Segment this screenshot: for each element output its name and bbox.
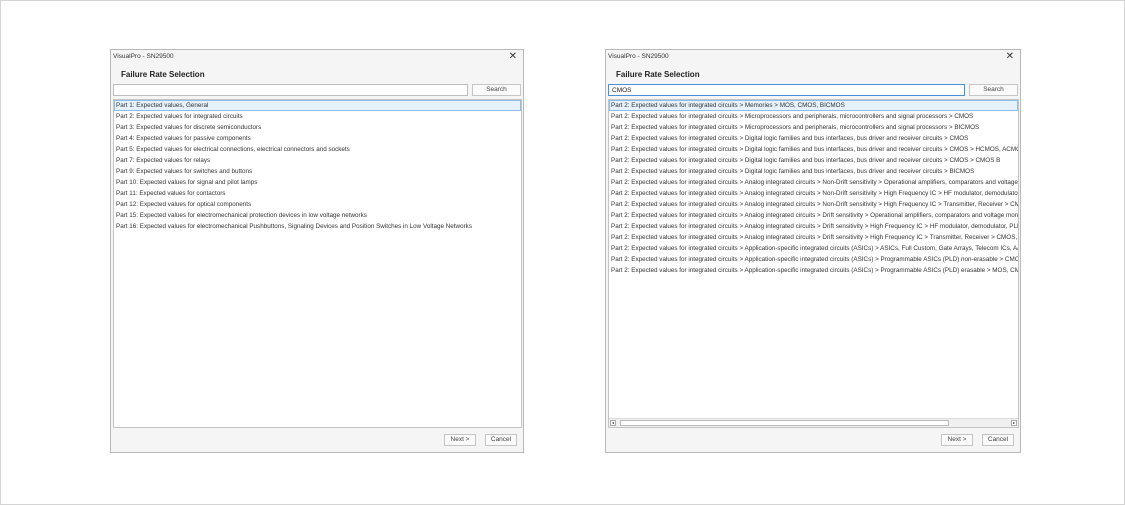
dialog-heading: Failure Rate Selection bbox=[616, 70, 700, 79]
list-item[interactable]: Part 1: Expected values, General bbox=[114, 100, 521, 111]
list-item[interactable]: Part 2: Expected values for integrated c… bbox=[609, 232, 1018, 243]
list-item[interactable]: Part 10: Expected values for signal and … bbox=[114, 177, 521, 188]
failure-rate-dialog-unfiltered: VisualPro - SN29500 ✕ Failure Rate Selec… bbox=[110, 49, 524, 453]
cancel-button[interactable]: Cancel bbox=[982, 434, 1014, 446]
list-item[interactable]: Part 7: Expected values for relays bbox=[114, 155, 521, 166]
horizontal-scrollbar[interactable]: ◂ ▸ bbox=[609, 418, 1018, 427]
list-item[interactable]: Part 2: Expected values for integrated c… bbox=[114, 111, 521, 122]
results-list[interactable]: Part 2: Expected values for integrated c… bbox=[608, 99, 1019, 428]
scroll-right-icon[interactable]: ▸ bbox=[1011, 420, 1017, 426]
list-item[interactable]: Part 2: Expected values for integrated c… bbox=[609, 155, 1018, 166]
list-item[interactable]: Part 4: Expected values for passive comp… bbox=[114, 133, 521, 144]
window-title: VisualPro - SN29500 bbox=[113, 53, 174, 60]
list-item[interactable]: Part 15: Expected values for electromech… bbox=[114, 210, 521, 221]
dialog-heading: Failure Rate Selection bbox=[121, 70, 205, 79]
list-item[interactable]: Part 2: Expected values for integrated c… bbox=[609, 177, 1018, 188]
list-item[interactable]: Part 11: Expected values for contactors bbox=[114, 188, 521, 199]
list-item[interactable]: Part 5: Expected values for electrical c… bbox=[114, 144, 521, 155]
list-item[interactable]: Part 2: Expected values for integrated c… bbox=[609, 243, 1018, 254]
list-item[interactable]: Part 12: Expected values for optical com… bbox=[114, 199, 521, 210]
list-item[interactable]: Part 2: Expected values for integrated c… bbox=[609, 221, 1018, 232]
list-item[interactable]: Part 2: Expected values for integrated c… bbox=[609, 133, 1018, 144]
list-item[interactable]: Part 2: Expected values for integrated c… bbox=[609, 265, 1018, 276]
list-item[interactable]: Part 16: Expected values for electromech… bbox=[114, 221, 521, 232]
close-icon[interactable]: ✕ bbox=[1006, 51, 1014, 62]
cancel-button[interactable]: Cancel bbox=[485, 434, 517, 446]
list-item[interactable]: Part 2: Expected values for integrated c… bbox=[609, 210, 1018, 221]
list-item[interactable]: Part 2: Expected values for integrated c… bbox=[609, 100, 1018, 111]
list-item[interactable]: Part 3: Expected values for discrete sem… bbox=[114, 122, 521, 133]
window-title: VisualPro - SN29500 bbox=[608, 53, 669, 60]
list-item[interactable]: Part 2: Expected values for integrated c… bbox=[609, 254, 1018, 265]
search-input[interactable] bbox=[113, 84, 468, 96]
search-button[interactable]: Search bbox=[969, 84, 1018, 96]
list-item[interactable]: Part 2: Expected values for integrated c… bbox=[609, 199, 1018, 210]
next-button[interactable]: Next > bbox=[941, 434, 973, 446]
next-button[interactable]: Next > bbox=[444, 434, 476, 446]
search-input[interactable]: CMOS bbox=[608, 84, 965, 96]
failure-rate-dialog-filtered: VisualPro - SN29500 ✕ Failure Rate Selec… bbox=[605, 49, 1021, 453]
list-item[interactable]: Part 2: Expected values for integrated c… bbox=[609, 122, 1018, 133]
list-item[interactable]: Part 2: Expected values for integrated c… bbox=[609, 144, 1018, 155]
list-item[interactable]: Part 2: Expected values for integrated c… bbox=[609, 166, 1018, 177]
results-list[interactable]: Part 1: Expected values, General Part 2: … bbox=[113, 99, 522, 428]
close-icon[interactable]: ✕ bbox=[509, 51, 517, 62]
search-button[interactable]: Search bbox=[472, 84, 521, 96]
list-item[interactable]: Part 2: Expected values for integrated c… bbox=[609, 111, 1018, 122]
list-item[interactable]: Part 2: Expected values for integrated c… bbox=[609, 188, 1018, 199]
list-item[interactable]: Part 9: Expected values for switches and… bbox=[114, 166, 521, 177]
scroll-left-icon[interactable]: ◂ bbox=[610, 420, 616, 426]
scroll-thumb[interactable] bbox=[620, 420, 949, 426]
